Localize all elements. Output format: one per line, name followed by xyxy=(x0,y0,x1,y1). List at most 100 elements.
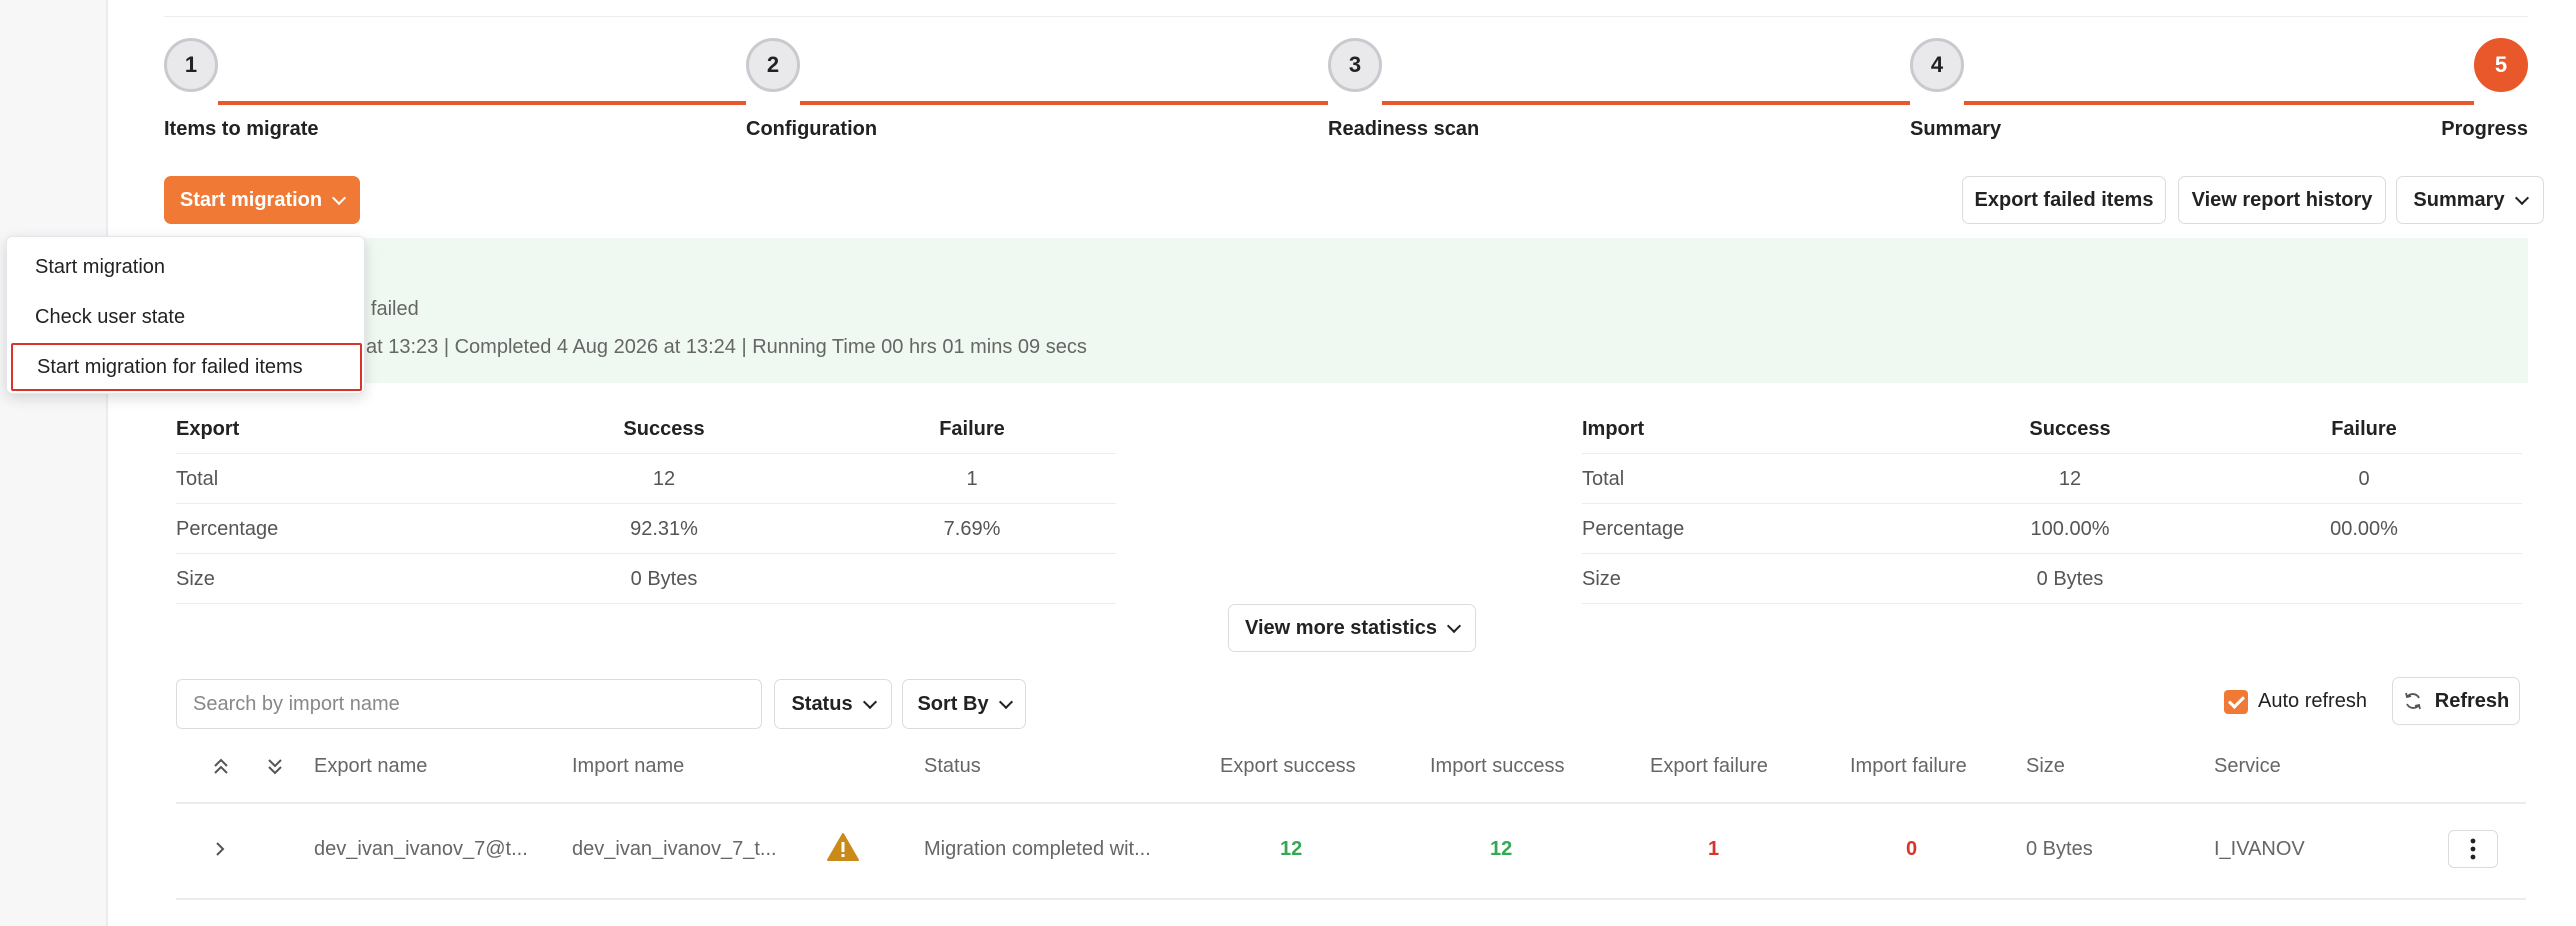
size-cell: 0 Bytes xyxy=(2026,838,2093,860)
auto-refresh-label: Auto refresh xyxy=(2258,690,2367,712)
import-success-cell: 12 xyxy=(1490,838,1513,860)
step-3-circle[interactable]: 3 xyxy=(1328,38,1382,92)
export-stats-row: Size 0 Bytes xyxy=(176,554,1116,604)
view-report-history-label: View report history xyxy=(2191,188,2373,211)
import-failure-cell: 0 xyxy=(1906,838,1918,860)
status-cell: Migration completed wit... xyxy=(924,838,1151,860)
stat-label: Total xyxy=(1582,467,1625,490)
step-connector xyxy=(800,101,1328,105)
col-export-success[interactable]: Export success xyxy=(1220,755,1356,778)
view-more-statistics-button[interactable]: View more statistics xyxy=(1228,604,1476,652)
summary-dropdown[interactable]: Summary xyxy=(2396,176,2544,224)
stat-value: 12 xyxy=(652,467,676,490)
col-status[interactable]: Status xyxy=(924,755,981,778)
chevron-down-icon xyxy=(1446,618,1462,633)
warning-icon xyxy=(827,833,859,861)
export-success-header: Success xyxy=(623,417,705,440)
col-export-failure[interactable]: Export failure xyxy=(1650,755,1768,778)
stat-value xyxy=(912,554,1032,604)
chevron-down-icon xyxy=(998,694,1013,709)
import-name-cell: dev_ivan_ivanov_7_t... xyxy=(572,838,777,860)
export-failure-cell: 1 xyxy=(1708,838,1720,860)
start-migration-label: Start migration xyxy=(179,188,323,211)
refresh-label: Refresh xyxy=(2434,689,2510,712)
export-failed-items-button[interactable]: Export failed items xyxy=(1962,176,2166,224)
start-migration-menu: Start migration Check user state Start m… xyxy=(6,236,365,394)
stat-value: 00.00% xyxy=(2330,517,2398,540)
step-4-label: Summary xyxy=(1910,118,2002,140)
start-migration-button[interactable]: Start migration xyxy=(164,176,360,224)
refresh-button[interactable]: Refresh xyxy=(2392,677,2520,725)
stat-value: 0 xyxy=(2358,467,2370,490)
step-connector xyxy=(1382,101,1910,105)
banner-timing-text: at 13:23 | Completed 4 Aug 2026 at 13:24… xyxy=(366,336,1087,358)
collapse-all-icon[interactable] xyxy=(210,756,232,778)
migration-summary-banner xyxy=(164,238,2528,383)
left-sidebar xyxy=(0,0,108,926)
stat-label: Percentage xyxy=(1582,517,1685,540)
import-stats-table: Import Success Failure Total 12 0 Percen… xyxy=(1582,404,2522,604)
export-failure-header: Failure xyxy=(939,417,1005,440)
step-5-label: Progress xyxy=(2441,118,2528,140)
menu-item-start-migration[interactable]: Start migration xyxy=(11,243,362,291)
export-stats-table: Export Success Failure Total 12 1 Percen… xyxy=(176,404,1116,604)
export-name-cell: dev_ivan_ivanov_7@t... xyxy=(314,838,528,860)
step-5-circle[interactable]: 5 xyxy=(2474,38,2528,92)
menu-item-start-migration-failed[interactable]: Start migration for failed items xyxy=(11,343,362,391)
col-import-name[interactable]: Import name xyxy=(572,755,684,778)
col-size[interactable]: Size xyxy=(2026,755,2065,778)
export-stats-row: Percentage 92.31% 7.69% xyxy=(176,504,1116,554)
step-1-label: Items to migrate xyxy=(164,118,319,140)
col-export-name[interactable]: Export name xyxy=(314,755,427,778)
summary-dropdown-label: Summary xyxy=(2413,188,2505,211)
row-actions-button[interactable] xyxy=(2448,830,2498,868)
export-success-cell: 12 xyxy=(1280,838,1303,860)
step-4-circle[interactable]: 4 xyxy=(1910,38,1964,92)
view-report-history-button[interactable]: View report history xyxy=(2178,176,2386,224)
export-stats-row: Total 12 1 xyxy=(176,454,1116,504)
import-stats-row: Percentage 100.00% 00.00% xyxy=(1582,504,2522,554)
chevron-down-icon xyxy=(332,190,347,205)
step-connector xyxy=(218,101,746,105)
step-1-circle[interactable]: 1 xyxy=(164,38,218,92)
chevron-right-icon[interactable] xyxy=(212,840,228,858)
step-2-label: Configuration xyxy=(746,118,878,140)
stat-value: 0 Bytes xyxy=(630,567,698,590)
refresh-icon xyxy=(2404,692,2421,710)
stat-value: 0 Bytes xyxy=(2036,567,2104,590)
stat-label: Total xyxy=(176,467,219,490)
import-failure-header: Failure xyxy=(2331,417,2397,440)
table-row-divider xyxy=(176,898,2526,900)
menu-item-check-user-state[interactable]: Check user state xyxy=(11,293,362,341)
table-header-divider xyxy=(176,802,2526,804)
col-import-failure[interactable]: Import failure xyxy=(1850,755,1967,778)
stat-value: 1 xyxy=(966,467,978,490)
chevron-down-icon xyxy=(2514,190,2529,205)
more-vertical-icon xyxy=(2470,838,2476,860)
step-2-circle[interactable]: 2 xyxy=(746,38,800,92)
stat-label: Percentage xyxy=(176,517,279,540)
import-stats-row: Total 12 0 xyxy=(1582,454,2522,504)
import-header: Import xyxy=(1582,417,1645,440)
stat-label: Size xyxy=(176,567,215,590)
step-connector xyxy=(1964,101,2474,105)
import-stats-row: Size 0 Bytes xyxy=(1582,554,2522,604)
stat-value: 12 xyxy=(2058,467,2082,490)
col-import-success[interactable]: Import success xyxy=(1430,755,1564,778)
search-input[interactable] xyxy=(176,679,762,729)
status-filter-dropdown[interactable]: Status xyxy=(774,679,892,729)
auto-refresh-checkbox[interactable] xyxy=(2224,690,2248,714)
top-divider xyxy=(164,16,2528,17)
chevron-down-icon xyxy=(862,694,877,709)
export-header: Export xyxy=(176,417,240,440)
stat-value: 100.00% xyxy=(2030,517,2110,540)
step-3-label: Readiness scan xyxy=(1328,118,1480,140)
stat-value: 7.69% xyxy=(943,517,1001,540)
col-service[interactable]: Service xyxy=(2214,755,2281,778)
expand-all-icon[interactable] xyxy=(264,756,286,778)
sort-by-dropdown[interactable]: Sort By xyxy=(902,679,1026,729)
view-more-statistics-label: View more statistics xyxy=(1245,616,1437,639)
sort-by-label: Sort By xyxy=(917,692,989,715)
import-stats-header: Import Success Failure xyxy=(1582,404,2522,454)
export-stats-header: Export Success Failure xyxy=(176,404,1116,454)
